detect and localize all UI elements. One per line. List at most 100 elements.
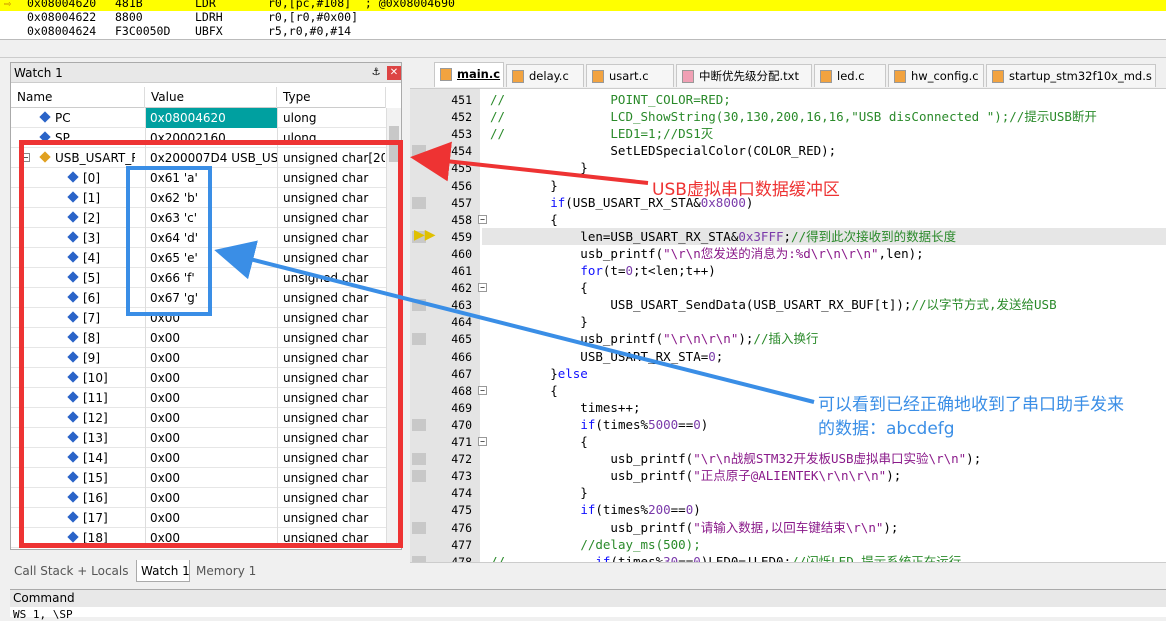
line-number: 468 [451, 383, 472, 398]
breakpoint-margin[interactable] [412, 196, 426, 209]
line-number: 455 [451, 161, 472, 176]
column-value[interactable]: Value [145, 87, 277, 108]
code-line[interactable]: // POINT_COLOR=RED; [490, 91, 731, 108]
editor-tab-label: led.c [837, 69, 865, 83]
close-icon[interactable]: ✕ [387, 66, 401, 80]
column-type[interactable]: Type [277, 87, 386, 108]
editor-tab[interactable]: hw_config.c [888, 64, 984, 87]
line-gutter: 451 452 453 454 455 456 457 458 459 ▶▶ 460 461 462 46… [410, 89, 480, 562]
code-line[interactable]: if(times%200==0) [490, 501, 700, 518]
line-number: 461 [451, 264, 472, 278]
line-number: 473 [451, 469, 472, 484]
code-line[interactable]: USB_USART_SendData(USB_USART_RX_BUF[t]);… [490, 296, 1056, 313]
disassembly-window: 0x08004620 481B LDR r0,[pc,#108] ; @0x08004… [0, 0, 1166, 40]
line-number: 470 [451, 417, 472, 432]
editor-tab[interactable]: startup_stm32f10x_md.s [986, 64, 1156, 87]
line-number: 462 [451, 281, 472, 296]
editor-tab-label: main.c [457, 67, 501, 81]
breakpoint-margin[interactable] [412, 333, 426, 346]
line-number: 465 [451, 332, 472, 347]
line-number: 460 [451, 246, 472, 261]
fold-icon[interactable]: − [478, 214, 487, 224]
fold-icon[interactable]: − [478, 385, 487, 395]
line-number: 454 [451, 144, 472, 159]
editor-tab[interactable]: led.c [814, 64, 886, 87]
code-line[interactable]: usb_printf("\r\n您发送的消息为:%d\r\n\r\n",len)… [490, 245, 923, 262]
code-line[interactable]: { [490, 382, 558, 399]
code-line[interactable]: USB_USART_RX_STA=0; [490, 348, 723, 365]
code-line[interactable]: // if(times%30==0)LED0=!LED0;//闪烁LED,提示系… [490, 553, 969, 562]
code-line[interactable]: times++; [490, 399, 640, 416]
code-line[interactable]: if(times%5000==0) [490, 416, 708, 433]
code-line[interactable]: { [490, 279, 588, 296]
column-name[interactable]: Name [11, 87, 145, 108]
line-number: 452 [451, 110, 472, 125]
code-line[interactable]: }else [490, 365, 588, 382]
code-line[interactable]: SetLEDSpecialColor(COLOR_RED); [490, 142, 836, 159]
breakpoint-margin[interactable] [412, 299, 426, 312]
disasm-line[interactable]: 0x08004624 F3C0050D UBFX r5,r0,#0,#14 [0, 24, 1166, 39]
code-line[interactable]: // LED1=1;//DS1灭 [490, 125, 713, 142]
file-icon [592, 70, 604, 83]
code-line[interactable]: usb_printf("\r\n\r\n");//插入换行 [490, 330, 818, 347]
line-number: 464 [451, 315, 472, 330]
current-line-arrow-icon: ▶▶ [414, 226, 436, 243]
command-window: Command WS 1, \SP [10, 589, 1166, 621]
breakpoint-margin[interactable] [412, 470, 426, 483]
command-title: Command [10, 590, 1166, 607]
watch-name: PC [55, 111, 71, 125]
editor-tab[interactable]: main.c [434, 62, 504, 87]
fold-icon[interactable]: − [478, 437, 487, 446]
command-line[interactable]: WS 1, \SP [13, 608, 73, 621]
code-line[interactable]: usb_printf("请输入数据,以回车键结束\r\n"); [490, 519, 898, 536]
breakpoint-margin[interactable] [412, 418, 426, 431]
bottom-tab[interactable]: Memory 1 [192, 560, 272, 582]
code-line[interactable]: //delay_ms(500); [490, 536, 700, 553]
code-line[interactable]: } [490, 484, 588, 501]
blue-annotation-line2: 的数据：abcdefg [818, 419, 955, 439]
bottom-tab[interactable]: Watch 1 [136, 560, 190, 582]
editor-tab-label: 中断优先级分配.txt [699, 69, 799, 83]
editor-tab[interactable]: 中断优先级分配.txt [676, 64, 812, 87]
pin-icon[interactable]: ⚓ [369, 66, 383, 80]
code-editor[interactable]: 451 452 453 454 455 456 457 458 459 ▶▶ 460 461 462 46… [410, 88, 1166, 562]
fold-icon[interactable]: − [478, 283, 487, 293]
file-icon [440, 68, 452, 81]
line-number: 463 [451, 298, 472, 313]
bottom-tab[interactable]: Call Stack + Locals [10, 560, 134, 582]
line-number: 456 [451, 178, 472, 193]
disasm-hex: 8800 [115, 10, 143, 24]
line-number: 477 [451, 537, 472, 552]
watch-row[interactable]: PC 0x08004620 ulong [11, 108, 386, 128]
code-line[interactable]: // LCD_ShowString(30,130,200,16,16,"USB … [490, 108, 1097, 125]
code-line[interactable]: } [490, 159, 588, 176]
line-number: 459 [451, 229, 472, 244]
code-line[interactable]: for(t=0;t<len;t++) [490, 262, 715, 279]
code-line[interactable]: usb_printf("\r\n战舰STM32开发板USB虚拟串口实验\r\n"… [490, 450, 981, 467]
editor-tabs: main.c delay.c usart.c 中断优先级分配.txt led.c hw_c… [410, 62, 1166, 88]
editor-horizontal-scrollbar[interactable] [410, 562, 1166, 580]
disasm-addr: 0x08004622 [27, 10, 97, 24]
breakpoint-margin[interactable] [412, 145, 426, 158]
line-number: 474 [451, 486, 472, 501]
code-line[interactable]: } [490, 177, 558, 194]
code-line[interactable]: usb_printf("正点原子@ALIENTEK\r\n\r\n"); [490, 467, 901, 484]
line-number: 451 [451, 93, 472, 107]
bottom-tabs: Call Stack + Locals Watch 1 Memory 1 [10, 560, 402, 582]
breakpoint-margin[interactable] [412, 521, 426, 534]
code-line[interactable]: { [490, 211, 558, 228]
breakpoint-margin[interactable] [412, 453, 426, 466]
editor-tab[interactable]: usart.c [586, 64, 674, 87]
editor-tab-label: usart.c [609, 69, 649, 83]
disassembly-scrollbar[interactable] [0, 40, 1166, 58]
line-number: 467 [451, 366, 472, 381]
disasm-line[interactable]: 0x08004622 8800 LDRH r0,[r0,#0x00] [0, 10, 1166, 25]
line-number: 469 [451, 400, 472, 415]
line-number: 458 [451, 212, 472, 227]
file-icon [992, 70, 1004, 83]
code-line[interactable]: { [490, 433, 588, 450]
code-line[interactable]: } [490, 313, 588, 330]
watch-value[interactable]: 0x08004620 [145, 108, 277, 128]
code-line[interactable]: len=USB_USART_RX_STA&0x3FFF;//得到此次接收到的数据… [482, 227, 1166, 245]
editor-tab[interactable]: delay.c [506, 64, 584, 87]
